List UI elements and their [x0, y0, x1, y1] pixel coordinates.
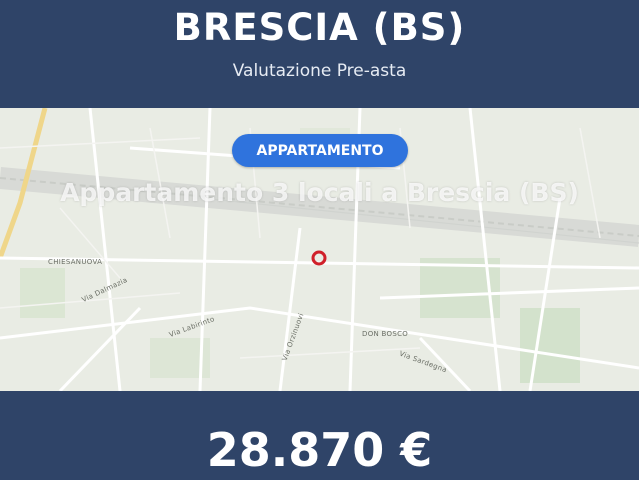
header-banner: BRESCIA (BS) Valutazione Pre-asta	[0, 0, 639, 108]
map-area-label-center: DON BOSCO	[362, 330, 409, 338]
price-value: 28.870 €	[206, 423, 433, 477]
city-title: BRESCIA (BS)	[173, 6, 466, 49]
category-badge[interactable]: APPARTAMENTO	[232, 134, 408, 167]
price-banner: 28.870 €	[0, 391, 639, 480]
listing-title: Appartamento 3 locali a Brescia (BS)	[60, 178, 579, 207]
map-area-label-west: CHIESANUOVA	[48, 258, 103, 266]
page-subtitle: Valutazione Pre-asta	[232, 61, 407, 81]
